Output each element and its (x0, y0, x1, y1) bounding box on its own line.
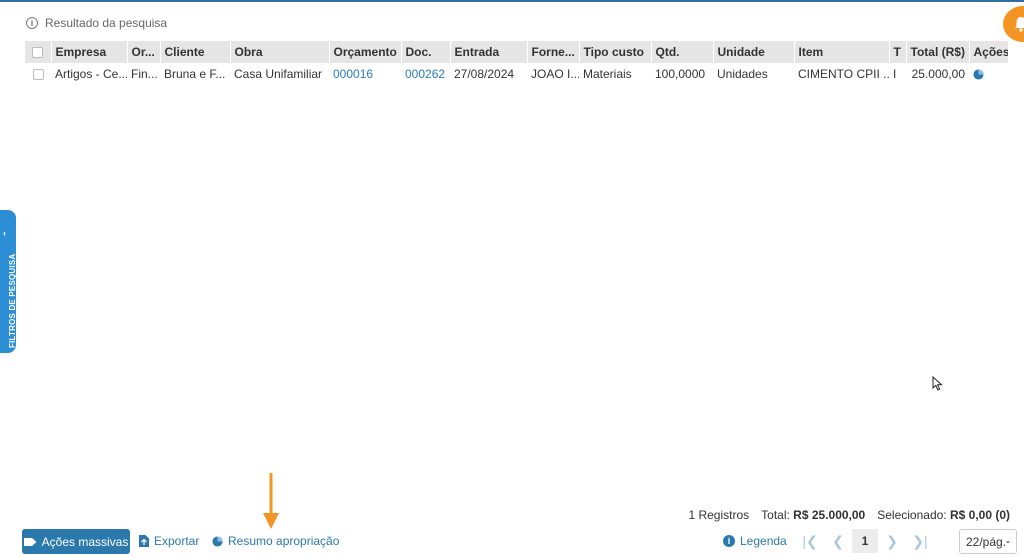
bulk-actions-button[interactable]: Ações massivas (22, 529, 130, 554)
bulk-actions-label: Ações massivas (41, 534, 129, 549)
total-value: R$ 25.000,00 (793, 508, 866, 522)
cell-cliente: Bruna e F... (164, 67, 226, 81)
column-header-tipo-custo[interactable]: Tipo custo (579, 41, 652, 63)
result-title: i Resultado da pesquisa (26, 16, 167, 30)
export-label: Exportar (154, 534, 200, 548)
results-summary: 1 Registros Total: R$ 25.000,00 Selecion… (688, 508, 1010, 522)
select-all-checkbox-cell[interactable] (25, 41, 52, 63)
mouse-cursor-icon (932, 376, 943, 391)
search-filters-tab[interactable]: ‹ FILTROS DE PESQUISA (0, 210, 17, 353)
cell-entrada: 27/08/2024 (454, 67, 515, 81)
result-title-text: Resultado da pesquisa (45, 16, 168, 30)
cell-doc-link[interactable]: 000262 (401, 63, 450, 85)
cell-tipo-custo: Materiais (583, 67, 632, 81)
info-icon: i (723, 535, 735, 547)
column-header-unidade[interactable]: Unidade (713, 41, 795, 63)
column-header-fornecedor[interactable]: Forne... (527, 41, 580, 63)
previous-page-button[interactable]: ❮ (824, 533, 852, 550)
selected-summary: Selecionado: R$ 0,00 (0) (877, 508, 1010, 522)
column-header-total[interactable]: Total (R$) (906, 41, 970, 63)
chevron-left-icon: ‹ (3, 228, 6, 238)
appropriation-summary-label: Resumo apropriação (228, 534, 340, 548)
notification-button[interactable] (1003, 6, 1024, 42)
cell-t: I (893, 67, 897, 81)
cell-item: CIMENTO CPII ... (798, 67, 889, 81)
current-page[interactable]: 1 (852, 529, 878, 553)
cell-or: Fin... (131, 67, 158, 81)
pie-chart-icon (212, 535, 223, 547)
selected-value: R$ 0,00 (0) (949, 508, 1010, 522)
pie-chart-icon[interactable] (973, 69, 984, 80)
last-page-button[interactable]: ❯| (906, 533, 934, 550)
tag-icon (23, 537, 37, 546)
total-summary: Total: R$ 25.000,00 (761, 508, 865, 522)
page-size-select[interactable]: 22/pág. (959, 529, 1017, 554)
column-header-obra[interactable]: Obra (230, 41, 330, 63)
column-header-item[interactable]: Item (794, 41, 890, 63)
cell-unidade: Unidades (717, 67, 768, 81)
info-icon: i (26, 17, 38, 29)
column-header-qtd[interactable]: Qtd. (651, 41, 714, 63)
first-page-button[interactable]: |❮ (796, 533, 824, 550)
legend-label: Legenda (740, 534, 787, 548)
pagination: |❮ ❮ 1 ❯ ❯| (796, 529, 934, 553)
search-filters-label: FILTROS DE PESQUISA (8, 253, 17, 348)
annotation-arrow (263, 473, 279, 529)
cell-acoes (969, 63, 1008, 85)
cell-obra: Casa Unifamiliar (234, 67, 323, 81)
column-header-acoes: Ações (969, 41, 1009, 63)
export-button[interactable]: Exportar (139, 534, 199, 548)
row-checkbox[interactable] (32, 69, 44, 81)
appropriation-summary-button[interactable]: Resumo apropriação (212, 534, 339, 548)
legend-button[interactable]: i Legenda (723, 534, 787, 548)
export-icon (139, 535, 149, 547)
selected-label: Selecionado: (877, 508, 947, 522)
bell-icon (1015, 17, 1024, 32)
records-count: 1 Registros (688, 508, 750, 522)
next-page-button[interactable]: ❯ (878, 533, 906, 550)
cell-total: 25.000,00 (911, 67, 965, 81)
column-header-cliente[interactable]: Cliente (160, 41, 231, 63)
column-header-empresa[interactable]: Empresa (51, 41, 128, 63)
select-all-checkbox[interactable] (32, 47, 44, 59)
cell-qtd: 100,0000 (655, 67, 706, 81)
top-border (0, 0, 1024, 2)
page-size-value: 22/pág. (966, 534, 1007, 549)
table-header-row: Empresa Or... Cliente Obra Orçamento Doc… (25, 41, 1009, 63)
column-header-or[interactable]: Or... (127, 41, 161, 63)
column-header-t[interactable]: T (889, 41, 907, 63)
column-header-doc[interactable]: Doc. (401, 41, 451, 63)
row-checkbox-cell[interactable] (25, 63, 51, 85)
total-label: Total: (761, 508, 790, 522)
results-table: Empresa Or... Cliente Obra Orçamento Doc… (25, 41, 1009, 85)
column-header-orcamento[interactable]: Orçamento (329, 41, 402, 63)
table-row[interactable]: Artigos - Ce... Fin... Bruna e F... Casa… (25, 63, 1008, 85)
footer-toolbar: Ações massivas Exportar Resumo apropriaç… (22, 529, 1017, 555)
column-header-entrada[interactable]: Entrada (450, 41, 528, 63)
cell-fornecedor: JOAO I... (531, 67, 579, 81)
cell-empresa: Artigos - Ce... (55, 67, 127, 81)
cell-orcamento-link[interactable]: 000016 (329, 63, 401, 85)
chevron-down-icon (1006, 540, 1010, 543)
